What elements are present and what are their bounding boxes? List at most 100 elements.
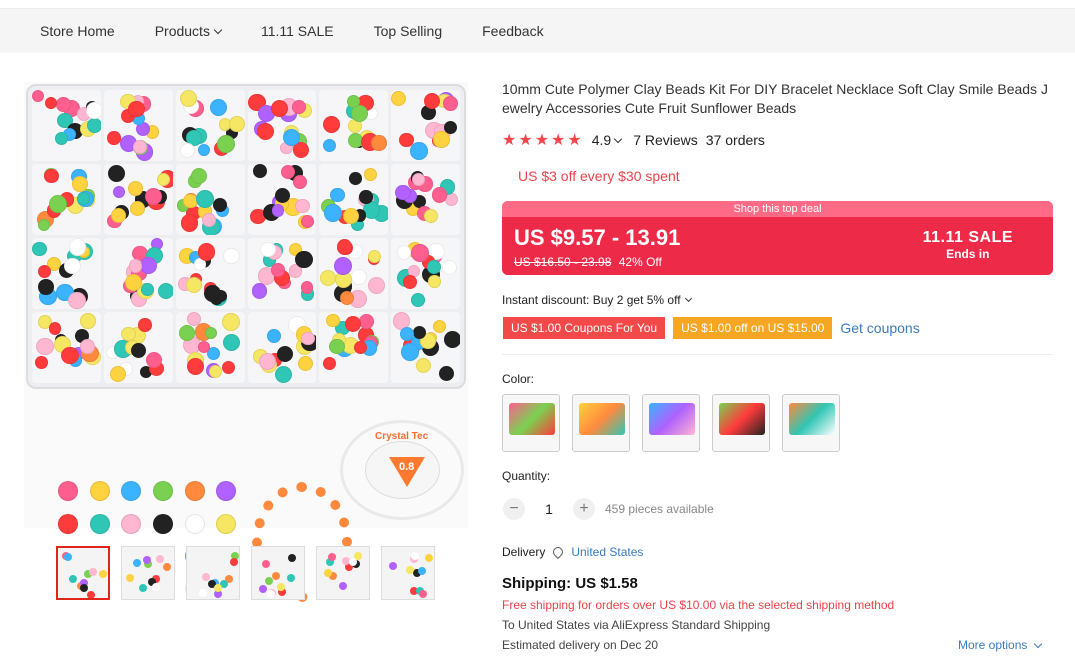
store-promo[interactable]: US $3 off every $30 spent bbox=[518, 168, 680, 184]
bead bbox=[359, 314, 375, 330]
bead bbox=[368, 277, 386, 294]
bead bbox=[121, 326, 136, 341]
product-thumbnail[interactable] bbox=[316, 546, 370, 600]
bead bbox=[432, 319, 446, 333]
loose-bead bbox=[216, 513, 237, 534]
delivery-country-link[interactable]: United States bbox=[571, 545, 643, 559]
tray-compartment bbox=[247, 312, 317, 383]
bead bbox=[293, 174, 308, 190]
loose-bead bbox=[121, 481, 142, 501]
loose-bead bbox=[89, 481, 110, 501]
color-swatch[interactable] bbox=[642, 394, 700, 452]
bead bbox=[138, 318, 152, 332]
product-thumbnail[interactable] bbox=[186, 546, 240, 600]
bead bbox=[423, 209, 438, 223]
bead bbox=[197, 243, 216, 261]
bead bbox=[367, 249, 381, 263]
bead bbox=[32, 90, 44, 102]
elastic-spool-image: Crystal Tec 0.8 bbox=[340, 420, 464, 520]
bead bbox=[195, 189, 214, 208]
color-label: Color: bbox=[502, 372, 535, 386]
bead bbox=[77, 191, 91, 205]
tray-compartment bbox=[103, 164, 173, 235]
swatch-image bbox=[649, 403, 695, 435]
chevron-down-icon bbox=[1034, 639, 1043, 648]
thumbnail-bead bbox=[163, 563, 172, 572]
bead bbox=[359, 190, 373, 204]
quantity-value[interactable]: 1 bbox=[525, 501, 573, 517]
bead bbox=[271, 204, 285, 217]
thumbnail-bead bbox=[133, 559, 142, 568]
thumbnail-bead bbox=[64, 553, 73, 562]
bead bbox=[223, 247, 240, 265]
bead bbox=[295, 250, 313, 268]
product-thumbnail[interactable] bbox=[56, 546, 110, 600]
product-thumbnail[interactable] bbox=[121, 546, 175, 600]
nav-sale-label: 11.11 SALE bbox=[260, 23, 334, 39]
orders-count: 37 orders bbox=[705, 132, 765, 148]
color-swatch[interactable] bbox=[712, 394, 770, 452]
product-thumbnail[interactable] bbox=[381, 546, 435, 600]
discount-percent: 42% Off bbox=[618, 255, 662, 269]
loose-bead bbox=[58, 513, 78, 534]
nav-feedback[interactable]: Feedback bbox=[482, 23, 543, 39]
swatch-image bbox=[509, 403, 555, 435]
tray-compartment bbox=[319, 90, 389, 161]
bead bbox=[223, 333, 240, 351]
bead bbox=[323, 139, 337, 153]
tray-compartment bbox=[32, 238, 101, 309]
nav-sale[interactable]: 11.11 SALE bbox=[261, 23, 334, 39]
estimated-delivery: Estimated delivery on Dec 20 bbox=[502, 638, 659, 652]
tray-compartment bbox=[103, 90, 173, 161]
nav-top-selling-label: Top Selling bbox=[373, 23, 443, 39]
nav-top-selling[interactable]: Top Selling bbox=[374, 23, 443, 39]
bead bbox=[32, 241, 47, 257]
thumbnail-bead bbox=[199, 588, 208, 597]
star-rating-icon: ★★★★★ bbox=[502, 132, 584, 149]
bead bbox=[222, 360, 236, 374]
thumbnail-bead bbox=[267, 589, 276, 598]
quantity-increase-button[interactable]: + bbox=[573, 498, 595, 520]
quantity-decrease-button[interactable]: − bbox=[503, 498, 525, 520]
reviews-link[interactable]: 7 Reviews bbox=[633, 132, 698, 148]
thumbnail-bead bbox=[258, 585, 267, 594]
thumbnail-bead bbox=[405, 565, 414, 574]
color-swatch[interactable] bbox=[502, 394, 560, 452]
nav-store-home[interactable]: Store Home bbox=[40, 23, 115, 39]
thumbnail-bead bbox=[287, 573, 296, 582]
more-options-link[interactable]: More options bbox=[958, 638, 1043, 652]
bead bbox=[110, 366, 127, 383]
deal-banner: Shop this top deal US $9.57 - 13.91 US $… bbox=[502, 201, 1053, 275]
coupon-badge-2[interactable]: US $1.00 off on US $15.00 bbox=[673, 317, 833, 339]
bead bbox=[209, 365, 223, 379]
thumbnail-bead bbox=[327, 553, 336, 562]
rating-chevron-icon[interactable] bbox=[613, 134, 623, 143]
spool-value: 0.8 bbox=[399, 461, 415, 473]
bead bbox=[130, 200, 146, 216]
delivery-label: Delivery bbox=[502, 545, 546, 559]
free-shipping-note: Free shipping for orders over US $10.00 … bbox=[502, 598, 895, 612]
bead bbox=[276, 345, 294, 363]
rating-value[interactable]: 4.9 bbox=[592, 132, 611, 148]
loose-bead bbox=[216, 481, 237, 501]
coupon-badge-1[interactable]: US $1.00 Coupons For You bbox=[503, 317, 666, 339]
bead bbox=[108, 165, 126, 183]
bead bbox=[38, 265, 52, 279]
thumbnail-bead bbox=[138, 584, 147, 592]
color-swatch[interactable] bbox=[782, 394, 840, 452]
bead bbox=[441, 259, 458, 276]
thumbnail-strip bbox=[56, 546, 435, 600]
bead bbox=[64, 257, 81, 275]
thumbnail-bead bbox=[411, 551, 420, 560]
thumbnail-bead bbox=[287, 554, 296, 563]
nav-products[interactable]: Products bbox=[155, 23, 223, 39]
thumbnail-bead bbox=[419, 589, 428, 598]
product-thumbnail[interactable] bbox=[251, 546, 305, 600]
bead bbox=[85, 102, 101, 120]
get-coupons-link[interactable]: Get coupons bbox=[840, 320, 919, 336]
bead bbox=[274, 365, 293, 383]
color-swatch[interactable] bbox=[572, 394, 630, 452]
bead bbox=[252, 164, 267, 178]
swatch-image bbox=[789, 403, 835, 435]
instant-discount[interactable]: Instant discount: Buy 2 get 5% off bbox=[502, 293, 692, 307]
